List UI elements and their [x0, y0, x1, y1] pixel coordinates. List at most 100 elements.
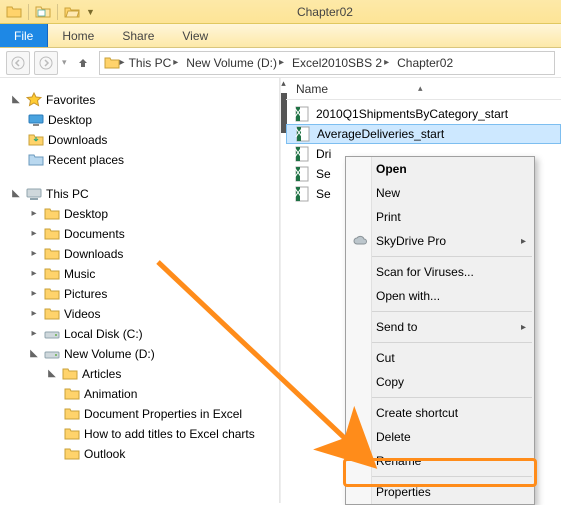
- desktop-icon: [44, 206, 60, 222]
- menu-separator: [348, 476, 532, 477]
- back-button[interactable]: [6, 51, 30, 75]
- file-row[interactable]: X 2010Q1ShipmentsByCategory_start: [286, 104, 561, 124]
- file-name: 2010Q1ShipmentsByCategory_start: [316, 107, 508, 121]
- excel-file-icon: X: [295, 126, 311, 142]
- tab-home[interactable]: Home: [48, 24, 108, 47]
- column-header-name[interactable]: Name ▴: [286, 78, 561, 100]
- file-row[interactable]: X AverageDeliveries_start: [286, 124, 561, 144]
- crumb-excelsbs[interactable]: Excel2010SBS 2▸: [288, 56, 393, 70]
- tab-view[interactable]: View: [168, 24, 222, 47]
- submenu-arrow-icon: ▸: [521, 236, 526, 247]
- nav-toolbar: ▾ ▸ This PC▸ New Volume (D:)▸ Excel2010S…: [0, 48, 561, 78]
- folder-icon: [64, 386, 80, 402]
- menu-send-to[interactable]: Send to▸: [346, 315, 534, 339]
- file-tab[interactable]: File: [0, 24, 48, 47]
- collapse-icon[interactable]: ◣: [10, 90, 22, 110]
- svg-text:X: X: [294, 106, 302, 120]
- tree-videos[interactable]: ▸Videos: [28, 304, 275, 324]
- drive-icon: [44, 346, 60, 362]
- tree-articles[interactable]: ◣Articles: [46, 364, 275, 384]
- menu-separator: [348, 311, 532, 312]
- menu-properties[interactable]: Properties: [346, 480, 534, 504]
- excel-file-icon: X: [294, 146, 310, 162]
- file-name: Se: [316, 167, 331, 181]
- crumb-chapter02[interactable]: Chapter02: [393, 56, 457, 70]
- cloud-icon: [352, 233, 368, 249]
- separator: [28, 4, 29, 20]
- recent-icon: [28, 152, 44, 168]
- menu-cut[interactable]: Cut: [346, 346, 534, 370]
- desktop-icon: [28, 112, 44, 128]
- collapse-icon[interactable]: ◣: [28, 344, 40, 364]
- menu-create-shortcut[interactable]: Create shortcut: [346, 401, 534, 425]
- tab-share[interactable]: Share: [108, 24, 168, 47]
- file-name: Dri: [316, 147, 331, 161]
- sort-asc-icon: ▴: [418, 83, 423, 94]
- quick-access-toolbar: ▼: [6, 4, 95, 20]
- folder-icon: [64, 446, 80, 462]
- svg-text:X: X: [294, 146, 302, 160]
- tree-newvol-d[interactable]: ◣New Volume (D:): [28, 344, 275, 364]
- excel-file-icon: X: [294, 106, 310, 122]
- ribbon-tabs: File Home Share View: [0, 24, 561, 48]
- history-dropdown-icon[interactable]: ▾: [62, 57, 67, 68]
- new-folder-icon[interactable]: [35, 4, 51, 20]
- window-title: Chapter02: [95, 5, 555, 19]
- menu-print[interactable]: Print: [346, 205, 534, 229]
- breadcrumb-bar[interactable]: ▸ This PC▸ New Volume (D:)▸ Excel2010SBS…: [99, 51, 555, 75]
- folder-icon: [104, 55, 120, 71]
- pictures-icon: [44, 286, 60, 302]
- tree-addtitles[interactable]: How to add titles to Excel charts: [64, 424, 275, 444]
- tree-pictures[interactable]: ▸Pictures: [28, 284, 275, 304]
- menu-skydrive-pro[interactable]: SkyDrive Pro▸: [346, 229, 534, 253]
- folder-icon: [6, 4, 22, 20]
- menu-open[interactable]: Open: [346, 157, 534, 181]
- thispc-label: This PC: [46, 184, 89, 204]
- tree-downloads[interactable]: Downloads: [28, 130, 275, 150]
- file-name: AverageDeliveries_start: [317, 127, 444, 141]
- documents-icon: [44, 226, 60, 242]
- folder-tree: ◣ Favorites Desktop Downloads Recent pla…: [10, 90, 275, 464]
- tree-localdisk-c[interactable]: ▸Local Disk (C:): [28, 324, 275, 344]
- videos-icon: [44, 306, 60, 322]
- tree-animation[interactable]: Animation: [64, 384, 275, 404]
- music-icon: [44, 266, 60, 282]
- tree-desktop[interactable]: Desktop: [28, 110, 275, 130]
- svg-text:X: X: [295, 126, 303, 140]
- menu-open-with[interactable]: Open with...: [346, 284, 534, 308]
- menu-copy[interactable]: Copy: [346, 370, 534, 394]
- menu-delete[interactable]: Delete: [346, 425, 534, 449]
- tree-documents[interactable]: ▸Documents: [28, 224, 275, 244]
- star-icon: [26, 92, 42, 108]
- favorites-node[interactable]: ◣ Favorites: [10, 90, 275, 110]
- svg-text:X: X: [294, 186, 302, 200]
- tree-outlook[interactable]: Outlook: [64, 444, 275, 464]
- collapse-icon[interactable]: ◣: [46, 364, 58, 384]
- menu-rename[interactable]: Rename: [346, 449, 534, 473]
- tree-docprops[interactable]: Document Properties in Excel: [64, 404, 275, 424]
- svg-text:X: X: [294, 166, 302, 180]
- menu-new[interactable]: New: [346, 181, 534, 205]
- crumb-thispc[interactable]: This PC▸: [125, 56, 183, 70]
- submenu-arrow-icon: ▸: [521, 322, 526, 333]
- crumb-newvol[interactable]: New Volume (D:)▸: [182, 56, 288, 70]
- open-folder-icon[interactable]: [64, 4, 80, 20]
- context-menu: Open New Print SkyDrive Pro▸ Scan for Vi…: [345, 156, 535, 505]
- tree-music[interactable]: ▸Music: [28, 264, 275, 284]
- thispc-node[interactable]: ◣ This PC: [10, 184, 275, 204]
- menu-separator: [348, 342, 532, 343]
- forward-button[interactable]: [34, 51, 58, 75]
- tree-desktop-pc[interactable]: ▸Desktop: [28, 204, 275, 224]
- tree-downloads-pc[interactable]: ▸Downloads: [28, 244, 275, 264]
- title-bar: ▼ Chapter02: [0, 0, 561, 24]
- navigation-pane: ◣ Favorites Desktop Downloads Recent pla…: [0, 78, 280, 503]
- folder-icon: [64, 426, 80, 442]
- drive-icon: [44, 326, 60, 342]
- qat-dropdown-icon[interactable]: ▼: [86, 7, 95, 17]
- tree-recent[interactable]: Recent places: [28, 150, 275, 170]
- up-button[interactable]: [71, 51, 95, 75]
- menu-scan-viruses[interactable]: Scan for Viruses...: [346, 260, 534, 284]
- collapse-icon[interactable]: ◣: [10, 184, 22, 204]
- separator: [57, 4, 58, 20]
- file-name: Se: [316, 187, 331, 201]
